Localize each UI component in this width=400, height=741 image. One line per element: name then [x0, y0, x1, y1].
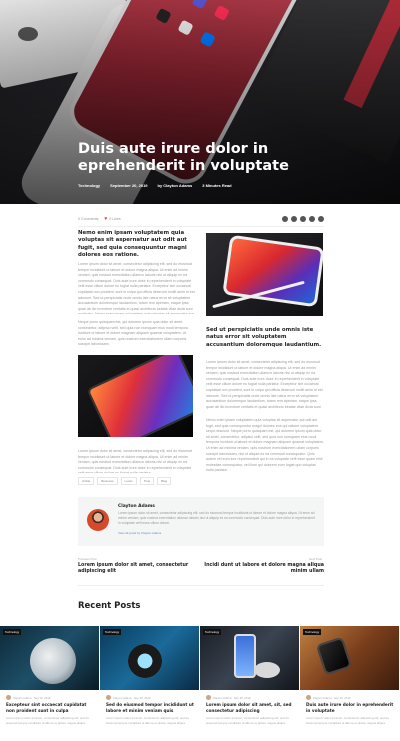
- social-share: [282, 216, 324, 222]
- author-box: Clayton Adams Lorem ipsum dolor sit amet…: [78, 497, 324, 546]
- heart-icon[interactable]: ♥: [104, 216, 107, 222]
- like-count: 0 Likes: [109, 217, 121, 221]
- recent-post-image[interactable]: Technology: [300, 626, 399, 690]
- pinterest-icon[interactable]: [300, 216, 306, 222]
- recent-post-excerpt: Lorem ipsum dolor sit amet, consectetur …: [206, 716, 289, 725]
- recent-post-card[interactable]: Technology Clayton Adams Sep 20, 2019 Lor…: [200, 626, 299, 741]
- hero-meta: Technology September 20, 2019 by Clayton…: [78, 183, 232, 188]
- avatar[interactable]: [87, 509, 109, 531]
- author-avatar: [306, 695, 311, 700]
- recent-post-excerpt: Lorem ipsum dolor sit amet, consectetur …: [106, 716, 189, 725]
- recent-post-date: Sep 20, 2019: [333, 695, 351, 700]
- hero-section: Duis aute irure dolor in eprehenderit in…: [0, 0, 400, 204]
- recent-post-date: Sep 20, 2019: [233, 695, 251, 700]
- tag[interactable]: Lorem: [120, 477, 138, 485]
- section-heading: Sed ut perspiciatis unde omnis iste natu…: [206, 327, 322, 348]
- article-image-tablet: [78, 355, 193, 437]
- device-in-hand-image: [128, 644, 162, 678]
- author-avatar: [106, 695, 111, 700]
- category-badge[interactable]: Technology: [103, 629, 122, 635]
- prev-post-label: Previous Post: [78, 557, 97, 561]
- recent-post-author[interactable]: Clayton Adams: [113, 696, 132, 700]
- divider: [78, 226, 324, 227]
- category-badge[interactable]: Technology: [203, 629, 222, 635]
- recent-post-author[interactable]: Clayton Adams: [313, 696, 332, 700]
- body-paragraph: Lorem ipsum dolor sit amet, consectetur …: [78, 449, 192, 473]
- read-time: 3 Minutes Read: [202, 183, 232, 188]
- tag[interactable]: Blog: [157, 477, 172, 485]
- category-badge[interactable]: Technology: [303, 629, 322, 635]
- lead-paragraph: Nemo enim ipsam voluptatem quia voluptas…: [78, 230, 187, 258]
- recent-post-title[interactable]: Excepteur sint occaecat cupidatat non pr…: [6, 702, 96, 713]
- recent-post-meta: Clayton Adams Sep 20, 2019: [306, 695, 350, 700]
- author-avatar: [6, 695, 11, 700]
- recent-post-excerpt: Lorem ipsum dolor sit amet, consectetur …: [6, 716, 89, 725]
- recent-post-title[interactable]: Lorem ipsum dolor sit amet, sit, sed con…: [206, 702, 296, 713]
- recent-post-image[interactable]: Technology: [0, 626, 99, 690]
- linkedin-icon[interactable]: [309, 216, 315, 222]
- body-paragraph: Neque porro quisquam est, qui dolorem ip…: [78, 320, 188, 347]
- recent-post-image[interactable]: Technology: [200, 626, 299, 690]
- phone-image: [234, 634, 256, 678]
- prev-post-link[interactable]: Lorem ipsum dolor sit amet, consectetur …: [78, 563, 198, 576]
- article-image-tablet-screen: [86, 355, 193, 437]
- author-posts-link[interactable]: View all posts by Clayton Adams: [118, 531, 161, 535]
- recent-post-card[interactable]: Technology Clayton Adams Sep 20, 2019 Sed…: [100, 626, 199, 741]
- next-post-link[interactable]: Incidi dunt ut labore et dolore magna al…: [204, 563, 324, 576]
- recent-post-author[interactable]: Clayton Adams: [13, 696, 32, 700]
- smartwatch-image: [315, 636, 353, 676]
- next-post-label: Next Post: [309, 557, 323, 561]
- recent-post-excerpt: Lorem ipsum dolor sit amet, consectetur …: [306, 716, 389, 725]
- recent-post-card[interactable]: Technology Clayton Adams Sep 20, 2019 Dui…: [300, 626, 399, 741]
- twitter-icon[interactable]: [291, 216, 297, 222]
- recent-post-title[interactable]: Sed do eiusmod tempor incididunt ut labo…: [106, 702, 196, 713]
- tag[interactable]: Business: [97, 477, 118, 485]
- recent-posts-heading: Recent Posts: [78, 601, 141, 611]
- page-title: Duis aute irure dolor in eprehenderit in…: [78, 141, 289, 174]
- comment-count[interactable]: 0 Comments: [78, 217, 98, 221]
- recent-post-card[interactable]: Technology Clayton Adams Sep 20, 2019 Exc…: [0, 626, 99, 741]
- category-badge[interactable]: Technology: [3, 629, 22, 635]
- recent-post-meta: Clayton Adams Sep 20, 2019: [6, 695, 50, 700]
- recent-post-image[interactable]: Technology: [100, 626, 199, 690]
- recent-post-date: Sep 20, 2019: [133, 695, 151, 700]
- divider: [78, 585, 324, 586]
- author-avatar: [206, 695, 211, 700]
- earbuds-image: [254, 662, 280, 678]
- article-image-phone-screen: [222, 234, 323, 308]
- tag[interactable]: Article: [78, 477, 95, 485]
- post-author[interactable]: by Clayton Adams: [158, 183, 193, 188]
- tag-list: Article Business Lorem Post Blog: [78, 477, 172, 485]
- post-meta-bar: 0 Comments ♥ 0 Likes: [78, 214, 324, 224]
- recent-post-title[interactable]: Duis aute irure dolor in eprehenderit in…: [306, 702, 396, 713]
- body-paragraph: Lorem ipsum dolor sit amet, consectetur …: [78, 262, 195, 314]
- recent-post-meta: Clayton Adams Sep 20, 2019: [106, 695, 150, 700]
- email-icon[interactable]: [318, 216, 324, 222]
- speaker-image: [30, 638, 76, 684]
- body-paragraph: Lorem ipsum dolor sit amet, consectetur …: [206, 360, 323, 409]
- category-link[interactable]: Technology: [78, 183, 100, 188]
- post-date: September 20, 2019: [110, 183, 148, 188]
- tag[interactable]: Post: [140, 477, 155, 485]
- author-name[interactable]: Clayton Adams: [118, 504, 155, 509]
- article-image-phone: [206, 233, 323, 316]
- recent-post-author[interactable]: Clayton Adams: [213, 696, 232, 700]
- author-bio: Lorem ipsum dolor sit amet, consectetur …: [118, 511, 315, 525]
- body-paragraph: Nemo enim ipsam voluptatem quia voluptas…: [206, 418, 324, 472]
- recent-post-date: Sep 20, 2019: [33, 695, 51, 700]
- facebook-icon[interactable]: [282, 216, 288, 222]
- recent-post-meta: Clayton Adams Sep 20, 2019: [206, 695, 250, 700]
